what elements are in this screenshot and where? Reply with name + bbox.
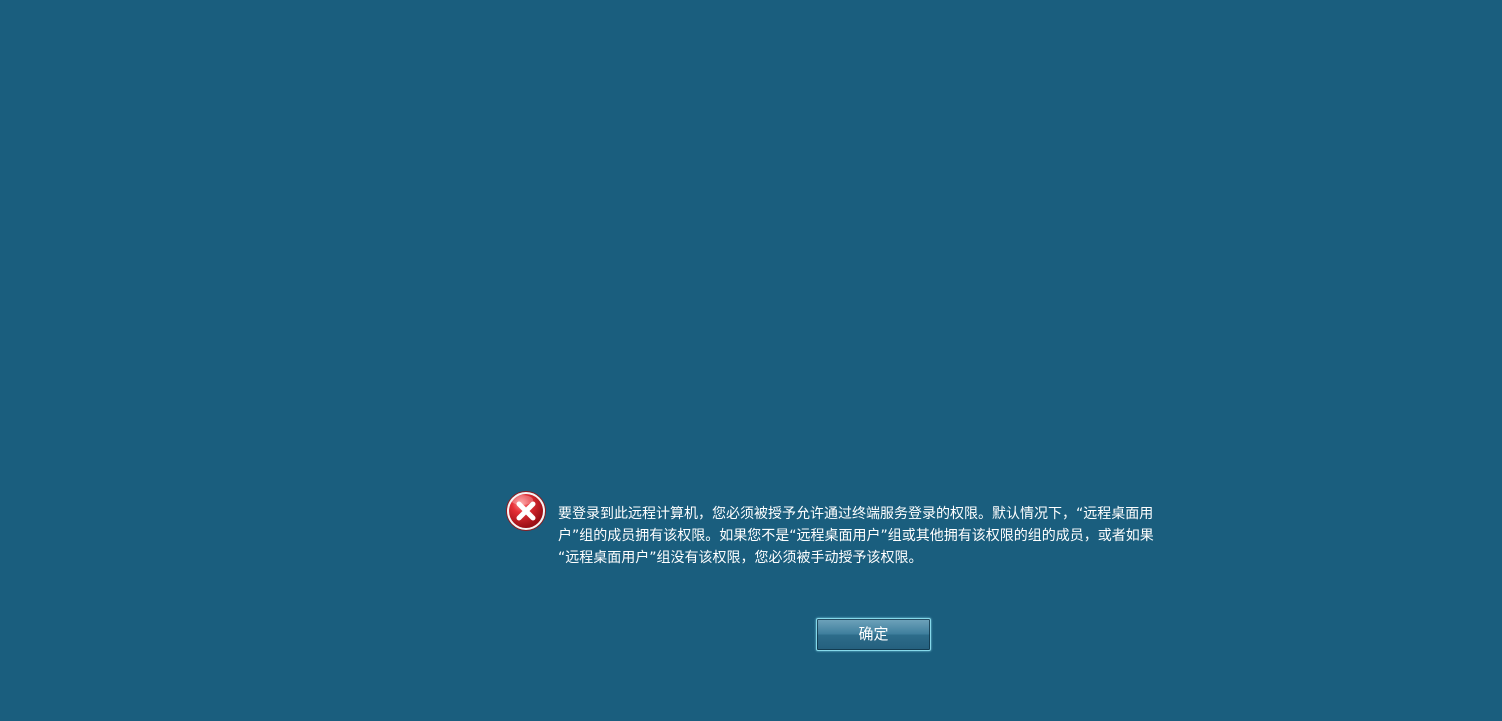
login-error-dialog: 要登录到此远程计算机，您必须被授予允许通过终端服务登录的权限。默认情况下，“远程… (505, 490, 1245, 660)
error-message-line-2: 户”组的成员拥有该权限。如果您不是“远程桌面用户”组或其他拥有该权限的组的成员，… (558, 528, 1154, 544)
error-message: 要登录到此远程计算机，您必须被授予允许通过终端服务登录的权限。默认情况下，“远程… (558, 503, 1238, 569)
error-message-line-1: 要登录到此远程计算机，您必须被授予允许通过终端服务登录的权限。默认情况下，“远程… (558, 506, 1154, 522)
error-message-line-3: “远程桌面用户”组没有该权限，您必须被手动授予该权限。 (558, 550, 923, 566)
error-icon (506, 491, 546, 531)
ok-button[interactable]: 确定 (816, 618, 931, 651)
